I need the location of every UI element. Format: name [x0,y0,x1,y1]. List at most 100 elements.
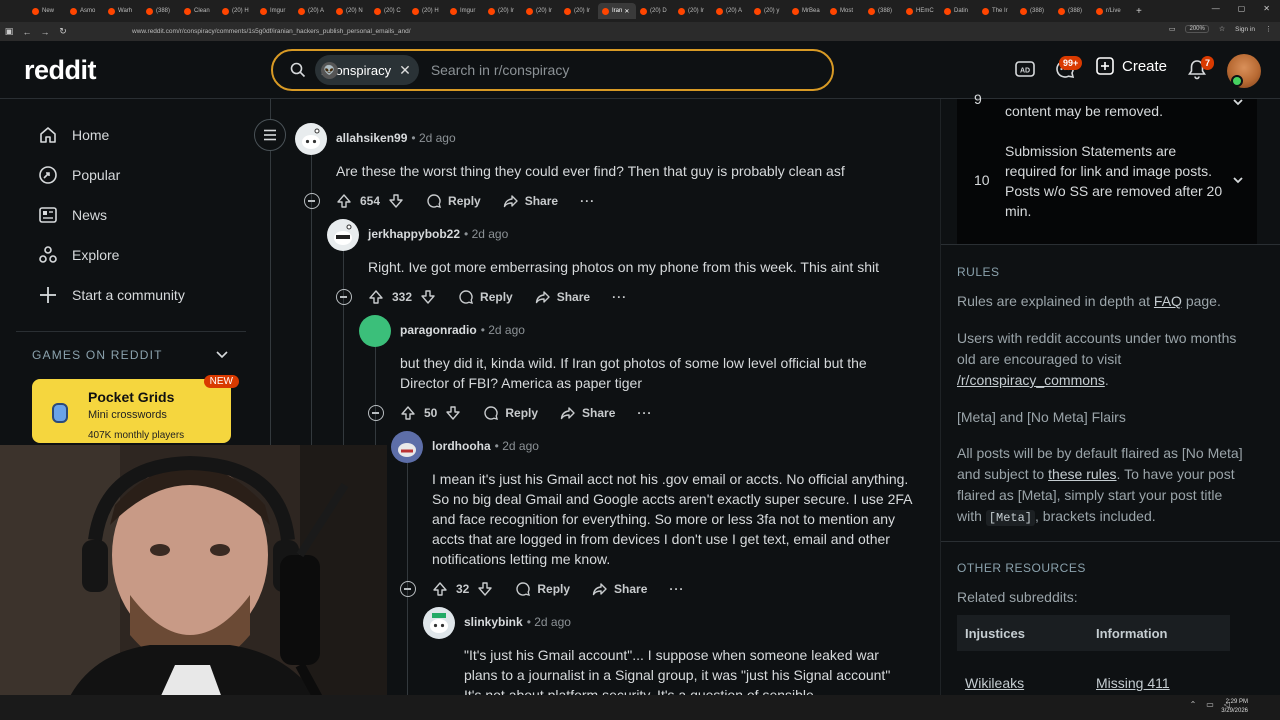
search-bar[interactable]: 👽 r/conspiracy ✕ [271,49,834,91]
share-button[interactable]: Share [503,193,558,209]
browser-tab[interactable]: (20) y [750,3,788,19]
comment-author[interactable]: lordhooha • 2d ago [432,439,539,453]
comment-author[interactable]: slinkybink • 2d ago [464,615,571,629]
menu-toggle-button[interactable] [254,119,286,151]
upvote-icon[interactable] [432,581,448,597]
forward-icon[interactable]: → [36,27,54,37]
browser-tab[interactable]: (388) [864,3,902,19]
maximize-icon[interactable]: ▢ [1238,4,1246,13]
games-section-header[interactable]: GAMES ON REDDIT [16,332,248,362]
reply-button[interactable]: Reply [483,405,538,421]
downvote-icon[interactable] [388,193,404,209]
minimize-icon[interactable]: — [1212,4,1220,13]
search-input[interactable] [430,62,832,78]
upvote-icon[interactable] [400,405,416,421]
tab-close-icon[interactable]: ✕ [624,8,629,15]
user-avatar-snoo[interactable] [327,219,359,251]
new-tab-icon[interactable]: + [1136,6,1142,17]
these-rules-link[interactable]: these rules [1048,466,1116,482]
browser-tab[interactable]: Clean [180,3,218,19]
address-bar[interactable]: www.reddit.com/r/conspiracy/comments/1s5… [132,28,411,35]
browser-tab[interactable]: Most [826,3,864,19]
browser-tab[interactable]: (20) D [636,3,674,19]
comment-author[interactable]: allahsiken99 • 2d ago [336,131,456,145]
reload-icon[interactable]: ↻ [54,26,72,37]
downvote-icon[interactable] [445,405,461,421]
sidebar-toggle-icon[interactable]: ▣ [0,26,18,37]
nav-news[interactable]: News [16,195,248,235]
browser-tab[interactable]: Imgur [446,3,484,19]
create-button[interactable]: Create [1096,57,1167,75]
tray-chevron-icon[interactable]: ⌃ [1190,700,1197,709]
user-avatar-snoo[interactable] [391,431,423,463]
nav-start-community[interactable]: Start a community [16,275,248,315]
sign-in-button[interactable]: Sign in [1235,26,1255,33]
close-window-icon[interactable]: ✕ [1263,4,1270,13]
upvote-icon[interactable] [368,289,384,305]
browser-tab[interactable]: The Ir [978,3,1016,19]
browser-tab[interactable]: (20) C [370,3,408,19]
browser-tab[interactable]: (20) H [218,3,256,19]
browser-tab[interactable]: (20) N [332,3,370,19]
bookmark-star-icon[interactable]: ☆ [1219,25,1225,33]
browser-tab[interactable]: (20) H [408,3,446,19]
browser-tab[interactable]: Datin [940,3,978,19]
browser-tab[interactable]: (20) A [294,3,332,19]
remove-chip-icon[interactable]: ✕ [399,62,411,79]
more-options-icon[interactable]: ··· [612,290,627,304]
user-avatar-snoo[interactable] [295,123,327,155]
browser-tab[interactable]: Imgur [256,3,294,19]
nav-popular[interactable]: Popular [16,155,248,195]
comment-author[interactable]: jerkhappybob22 • 2d ago [368,227,508,241]
browser-tab[interactable]: MrBea [788,3,826,19]
browser-tab[interactable]: Iran ✕ [598,3,636,19]
browser-menu-icon[interactable]: ⋮ [1265,25,1272,33]
browser-tab[interactable]: (20) Ir [560,3,598,19]
nav-explore[interactable]: Explore [16,235,248,275]
downvote-icon[interactable] [420,289,436,305]
more-options-icon[interactable]: ··· [669,582,684,596]
comment-author[interactable]: paragonradio • 2d ago [400,323,525,337]
reply-button[interactable]: Reply [458,289,513,305]
window-icon[interactable]: ▭ [1169,25,1176,33]
advertise-icon[interactable]: AD [1014,58,1036,80]
downvote-icon[interactable] [477,581,493,597]
taskbar-clock[interactable]: 2:29 PM 3/29/2026 [1221,698,1248,716]
nav-home[interactable]: Home [16,115,248,155]
user-avatar[interactable] [359,315,391,347]
reply-button[interactable]: Reply [515,581,570,597]
commons-link[interactable]: /r/conspiracy_commons [957,372,1105,388]
browser-tab[interactable]: (20) A [712,3,750,19]
collapse-icon[interactable] [304,193,320,209]
browser-tab[interactable]: (388) [142,3,180,19]
browser-tab[interactable]: Warh [104,3,142,19]
more-options-icon[interactable]: ··· [637,406,652,420]
table-cell-link[interactable]: Wikileaks [965,675,1024,691]
share-button[interactable]: Share [535,289,590,305]
collapse-icon[interactable] [336,289,352,305]
collapse-icon[interactable] [368,405,384,421]
browser-tab[interactable]: r/Live [1092,3,1130,19]
subreddit-chip[interactable]: 👽 r/conspiracy ✕ [315,55,419,85]
faq-link[interactable]: FAQ [1154,293,1182,309]
reply-button[interactable]: Reply [426,193,481,209]
browser-tab[interactable]: Asmo [66,3,104,19]
browser-tab[interactable]: (388) [1054,3,1092,19]
browser-tab[interactable]: New [28,3,66,19]
browser-tab[interactable]: (20) Ir [522,3,560,19]
table-cell-link[interactable]: Missing 411 [1096,675,1170,691]
user-avatar-snoo[interactable] [423,607,455,639]
back-icon[interactable]: ← [18,27,36,37]
browser-tab[interactable]: HEmC [902,3,940,19]
game-card-pocket-grids[interactable]: Pocket Grids Mini crosswords 407K monthl… [32,375,239,443]
upvote-icon[interactable] [336,193,352,209]
share-button[interactable]: Share [560,405,615,421]
browser-tab[interactable]: (388) [1016,3,1054,19]
share-button[interactable]: Share [592,581,647,597]
chevron-down-icon[interactable] [1232,174,1244,186]
browser-tab[interactable]: (20) Ir [484,3,522,19]
zoom-indicator[interactable]: 200% [1185,25,1209,33]
user-avatar[interactable] [1227,54,1261,88]
more-options-icon[interactable]: ··· [580,194,595,208]
collapse-icon[interactable] [400,581,416,597]
